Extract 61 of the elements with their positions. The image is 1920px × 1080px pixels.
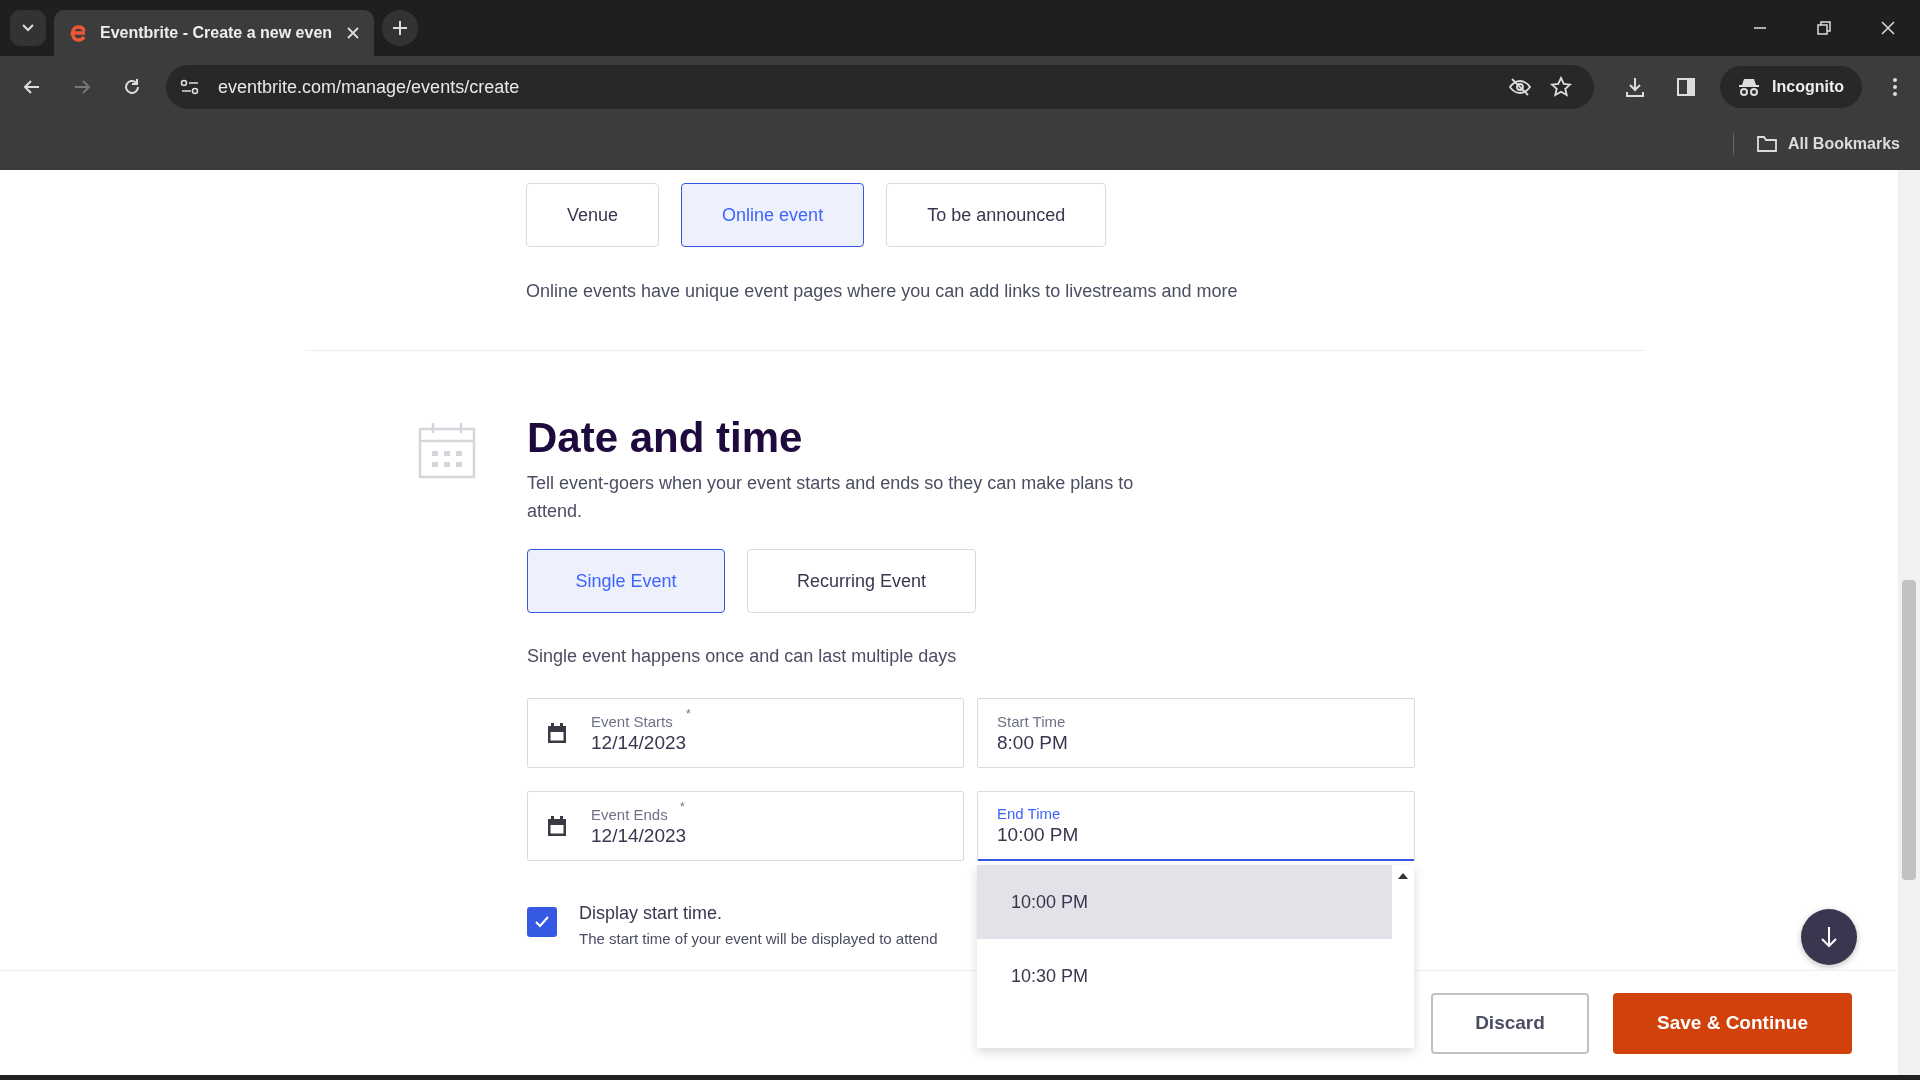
star-icon[interactable] [1550, 76, 1572, 98]
event-type-option[interactable]: Recurring Event [747, 549, 976, 613]
required-mark: * [680, 800, 685, 814]
all-bookmarks-button[interactable]: All Bookmarks [1755, 135, 1900, 153]
section-title: Date and time [527, 413, 804, 463]
incognito-icon [1738, 77, 1760, 97]
chevron-down-icon [22, 24, 34, 32]
location-option[interactable]: Online event [681, 183, 865, 247]
time-option[interactable]: 10:30 PM [977, 939, 1392, 1013]
close-icon[interactable] [346, 26, 360, 40]
time-field[interactable]: End Time 10:00 PM [977, 791, 1415, 861]
incognito-button[interactable]: Incognito [1720, 66, 1862, 108]
field-label: End Time [997, 805, 1062, 822]
eventbrite-logo-icon [68, 22, 88, 44]
event-type-description: Single event happens once and can last multiple days [527, 646, 958, 667]
field-value: 12/14/2023 [591, 824, 687, 847]
tab-search-button[interactable] [10, 10, 46, 46]
date-field[interactable]: * Event Starts 12/14/2023 [527, 698, 964, 768]
tab-title: Eventbrite - Create a new even [100, 24, 334, 42]
plus-icon [392, 20, 408, 36]
section-subtitle: Tell event-goers when your event starts and ends so they can make plans to attend. [527, 472, 1135, 523]
field-label: Start Time [997, 712, 1067, 730]
field-value: 10:00 PM [997, 824, 1079, 846]
checkbox-hint: The start time of your event will be displayed to attend [579, 930, 938, 947]
address-bar[interactable]: eventbrite.com/manage/events/create [166, 65, 1594, 109]
event-type-option[interactable]: Single Event [527, 549, 725, 613]
side-panel-icon[interactable] [1676, 77, 1696, 97]
required-mark: * [686, 707, 691, 721]
time-field[interactable]: Start Time 8:00 PM [977, 698, 1415, 768]
field-label: Event Starts [591, 712, 674, 730]
close-icon[interactable] [1880, 20, 1896, 36]
checkbox[interactable] [527, 907, 557, 937]
checkbox-label: Display start time. [579, 903, 724, 924]
new-tab-button[interactable] [382, 10, 418, 46]
time-option[interactable]: 10:00 PM [977, 865, 1392, 939]
field-value: 8:00 PM [997, 731, 1068, 754]
calendar-icon [547, 722, 567, 744]
restore-icon[interactable] [1816, 20, 1832, 36]
scroll-down-button[interactable] [1801, 909, 1857, 965]
date-field[interactable]: * Event Ends 12/14/2023 [527, 791, 964, 861]
location-option[interactable]: To be announced [886, 183, 1107, 247]
save-continue-button[interactable]: Save & Continue [1613, 992, 1852, 1054]
location-option[interactable]: Venue [526, 183, 660, 247]
reload-icon[interactable] [122, 77, 142, 97]
download-icon[interactable] [1624, 76, 1646, 98]
browser-tab[interactable]: Eventbrite - Create a new even [54, 10, 374, 56]
url-text: eventbrite.com/manage/events/create [218, 76, 520, 98]
calendar-icon [547, 815, 567, 837]
field-label: Event Ends [591, 805, 669, 823]
folder-icon [1755, 135, 1778, 153]
location-description: Online events have unique event pages where you can add links to livestreams and more [526, 281, 1239, 302]
more-menu-icon[interactable] [1892, 77, 1898, 97]
discard-button[interactable]: Discard [1431, 992, 1589, 1054]
scroll-up-icon[interactable] [1398, 873, 1408, 879]
check-icon [534, 915, 550, 929]
eye-slash-icon[interactable] [1508, 77, 1532, 97]
scrollbar[interactable] [1898, 170, 1920, 1075]
field-value: 12/14/2023 [591, 731, 687, 754]
calendar-icon [418, 421, 476, 479]
arrow-down-icon [1819, 925, 1839, 949]
site-settings-icon[interactable] [180, 79, 200, 95]
